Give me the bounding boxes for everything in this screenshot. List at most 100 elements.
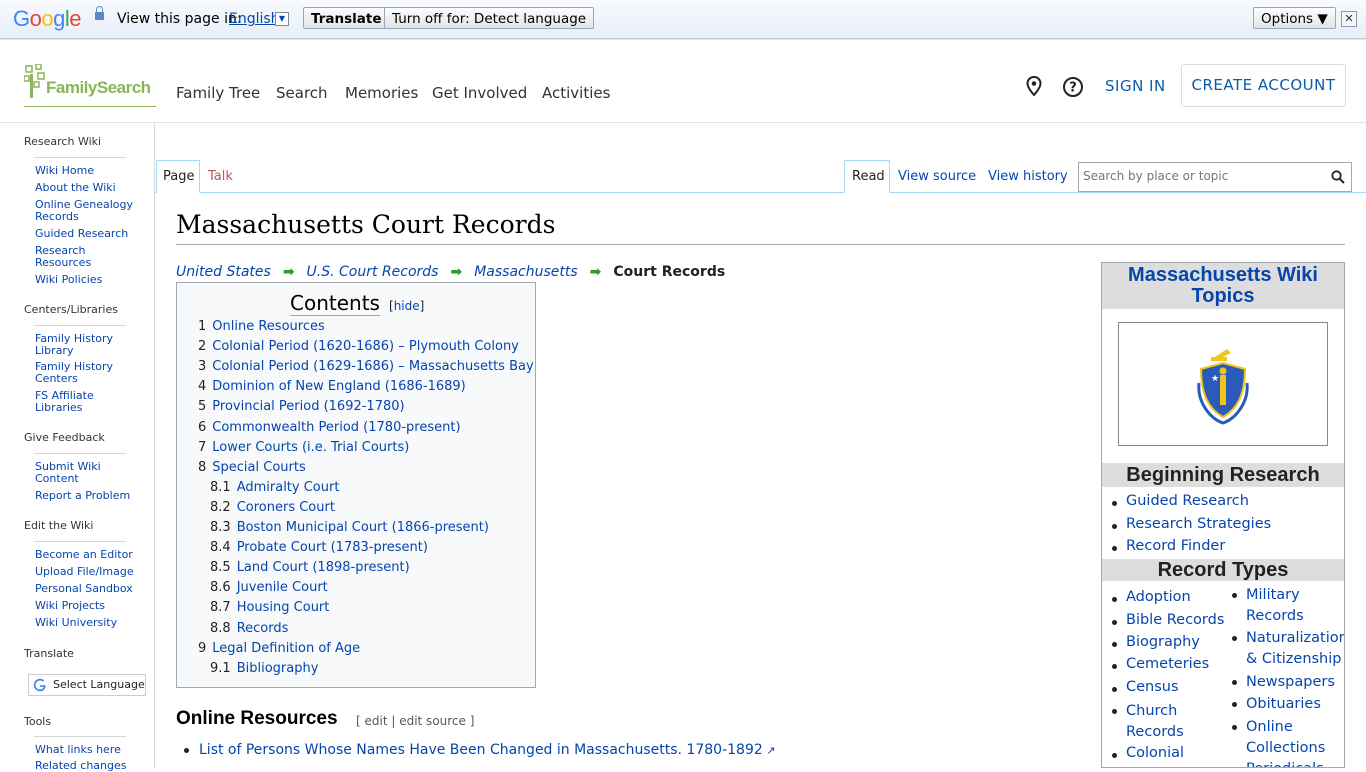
breadcrumb-massachusetts[interactable]: Massachusetts: [474, 264, 577, 280]
toc-item-label[interactable]: Dominion of New England (1686-1689): [212, 379, 465, 394]
infobox-link[interactable]: Census: [1126, 679, 1179, 695]
sidebar-item-report-problem[interactable]: Report a Problem: [35, 490, 145, 502]
create-account-button[interactable]: CREATE ACCOUNT: [1181, 64, 1346, 107]
toc-item[interactable]: 8.5 Land Court (1898-present): [210, 560, 410, 575]
infobox-link[interactable]: Cemeteries: [1126, 656, 1209, 672]
select-language-dropdown[interactable]: Select Language: [28, 674, 146, 696]
sidebar-item-wiki-home[interactable]: Wiki Home: [35, 165, 145, 177]
toc-item-label[interactable]: Colonial Period (1620-1686) – Plymouth C…: [212, 339, 519, 354]
sidebar-item-research-resources[interactable]: Research Resources: [35, 245, 115, 269]
infobox-link[interactable]: Online Collections: [1246, 717, 1344, 759]
list-item-link[interactable]: List of Persons Whose Names Have Been Ch…: [199, 742, 775, 758]
infobox-link[interactable]: Adoption: [1126, 589, 1191, 605]
nav-get-involved[interactable]: Get Involved: [432, 84, 527, 102]
wiki-search-box[interactable]: Search by place or topic: [1078, 162, 1352, 192]
translate-button[interactable]: Translate: [303, 7, 390, 29]
toc-item[interactable]: 9 Legal Definition of Age: [198, 641, 360, 656]
infobox-link[interactable]: Biography: [1126, 634, 1200, 650]
toc-item[interactable]: 8.1 Admiralty Court: [210, 480, 339, 495]
toc-hide-link[interactable]: hide: [394, 299, 420, 313]
location-pin-icon[interactable]: [1026, 76, 1042, 96]
infobox-link[interactable]: Research Strategies: [1126, 516, 1271, 532]
toc-item[interactable]: 6 Commonwealth Period (1780-present): [198, 420, 461, 435]
sidebar-item-submit-wiki-content[interactable]: Submit Wiki Content: [35, 461, 115, 485]
toc-item[interactable]: 8.6 Juvenile Court: [210, 580, 328, 595]
breadcrumb-united-states[interactable]: United States: [176, 264, 271, 280]
toc-item-label[interactable]: Coroners Court: [237, 500, 335, 515]
toc-item[interactable]: 8.8 Records: [210, 621, 288, 636]
toc-item-label[interactable]: Boston Municipal Court (1866-present): [237, 520, 489, 535]
sidebar-item-upload-file[interactable]: Upload File/Image: [35, 566, 145, 578]
sidebar-item-wiki-university[interactable]: Wiki University: [35, 617, 145, 629]
tab-talk[interactable]: Talk: [208, 169, 233, 184]
sidebar-item-what-links-here[interactable]: What links here: [35, 744, 145, 756]
sidebar-item-wiki-projects[interactable]: Wiki Projects: [35, 600, 145, 612]
toc-item[interactable]: 4 Dominion of New England (1686-1689): [198, 379, 466, 394]
sign-in-link[interactable]: SIGN IN: [1105, 77, 1166, 95]
toc-item[interactable]: 8.2 Coroners Court: [210, 500, 335, 515]
toc-item[interactable]: 8.3 Boston Municipal Court (1866-present): [210, 520, 489, 535]
sidebar-item-family-history-centers[interactable]: Family History Centers: [35, 361, 115, 385]
toc-item-label[interactable]: Records: [237, 621, 289, 636]
infobox-link[interactable]: Obituaries: [1246, 694, 1344, 715]
turn-off-button[interactable]: Turn off for: Detect language: [384, 7, 595, 29]
toc-item[interactable]: 5 Provincial Period (1692-1780): [198, 399, 405, 414]
sidebar-item-guided-research[interactable]: Guided Research: [35, 228, 145, 240]
sidebar-item-family-history-library[interactable]: Family History Library: [35, 333, 115, 357]
familysearch-logo[interactable]: FamilySearch: [24, 64, 156, 107]
toc-item-label[interactable]: Provincial Period (1692-1780): [212, 399, 404, 414]
sidebar-item-personal-sandbox[interactable]: Personal Sandbox: [35, 583, 145, 595]
sidebar-item-online-genealogy-records[interactable]: Online Genealogy Records: [35, 199, 145, 223]
toc-item-label[interactable]: Lower Courts (i.e. Trial Courts): [212, 440, 409, 455]
infobox-link[interactable]: Naturalization & Citizenship: [1246, 628, 1344, 670]
infobox-link[interactable]: Newspapers: [1246, 672, 1344, 693]
chevron-down-icon[interactable]: ▼: [275, 12, 289, 26]
toc-hide-toggle[interactable]: [hide]: [389, 299, 424, 313]
section-edit-links[interactable]: [ edit | edit source ]: [356, 714, 474, 728]
infobox-link[interactable]: Bible Records: [1126, 612, 1224, 628]
infobox-title[interactable]: Massachusetts Wiki Topics: [1102, 263, 1344, 309]
help-icon[interactable]: ?: [1062, 76, 1084, 98]
toc-item-label[interactable]: Juvenile Court: [237, 580, 328, 595]
nav-activities[interactable]: Activities: [542, 84, 610, 102]
sidebar-item-wiki-policies[interactable]: Wiki Policies: [35, 274, 145, 286]
tab-view-source[interactable]: View source: [898, 169, 976, 184]
sidebar-item-about-wiki[interactable]: About the Wiki: [35, 182, 145, 194]
language-select[interactable]: English: [229, 11, 280, 27]
nav-search[interactable]: Search: [276, 84, 328, 102]
tab-page[interactable]: Page: [163, 169, 194, 184]
toc-item-label[interactable]: Legal Definition of Age: [212, 641, 360, 656]
massachusetts-flag-image[interactable]: ★: [1118, 322, 1328, 446]
infobox-link[interactable]: Church Records: [1126, 701, 1196, 743]
toc-item[interactable]: 2 Colonial Period (1620-1686) – Plymouth …: [198, 339, 519, 354]
toc-item[interactable]: 9.1 Bibliography: [210, 661, 318, 676]
options-button[interactable]: Options ▼: [1253, 7, 1336, 29]
infobox-link[interactable]: Record Finder: [1126, 538, 1225, 554]
infobox-link[interactable]: Guided Research: [1126, 493, 1249, 509]
toc-item-label[interactable]: Admiralty Court: [237, 480, 340, 495]
toc-item-label[interactable]: Bibliography: [237, 661, 319, 676]
toc-item[interactable]: 8.7 Housing Court: [210, 600, 329, 615]
toc-item-label[interactable]: Probate Court (1783-present): [237, 540, 428, 555]
nav-memories[interactable]: Memories: [345, 84, 418, 102]
toc-item[interactable]: 8 Special Courts: [198, 460, 306, 475]
sidebar-item-become-editor[interactable]: Become an Editor: [35, 549, 145, 561]
sidebar-item-related-changes[interactable]: Related changes: [35, 760, 145, 772]
close-icon[interactable]: ✕: [1341, 11, 1357, 27]
toc-item-label[interactable]: Land Court (1898-present): [237, 560, 410, 575]
toc-item-label[interactable]: Colonial Period (1629-1686) – Massachuse…: [212, 359, 533, 374]
list-item-text[interactable]: List of Persons Whose Names Have Been Ch…: [199, 742, 763, 758]
toc-item-label[interactable]: Housing Court: [237, 600, 330, 615]
toc-item[interactable]: 1 Online Resources: [198, 319, 325, 334]
tab-read[interactable]: Read: [852, 169, 885, 184]
infobox-link[interactable]: Colonial: [1126, 745, 1184, 761]
search-input[interactable]: Search by place or topic: [1083, 169, 1228, 183]
toc-item[interactable]: 3 Colonial Period (1629-1686) – Massachus…: [198, 359, 534, 374]
toc-item[interactable]: 7 Lower Courts (i.e. Trial Courts): [198, 440, 409, 455]
nav-family-tree[interactable]: Family Tree: [176, 84, 260, 102]
toc-item-label[interactable]: Special Courts: [212, 460, 305, 475]
sidebar-item-fs-affiliate-libraries[interactable]: FS Affiliate Libraries: [35, 390, 115, 414]
breadcrumb-us-court-records[interactable]: U.S. Court Records: [307, 264, 439, 280]
tab-view-history[interactable]: View history: [988, 169, 1068, 184]
toc-item-label[interactable]: Online Resources: [212, 319, 324, 334]
